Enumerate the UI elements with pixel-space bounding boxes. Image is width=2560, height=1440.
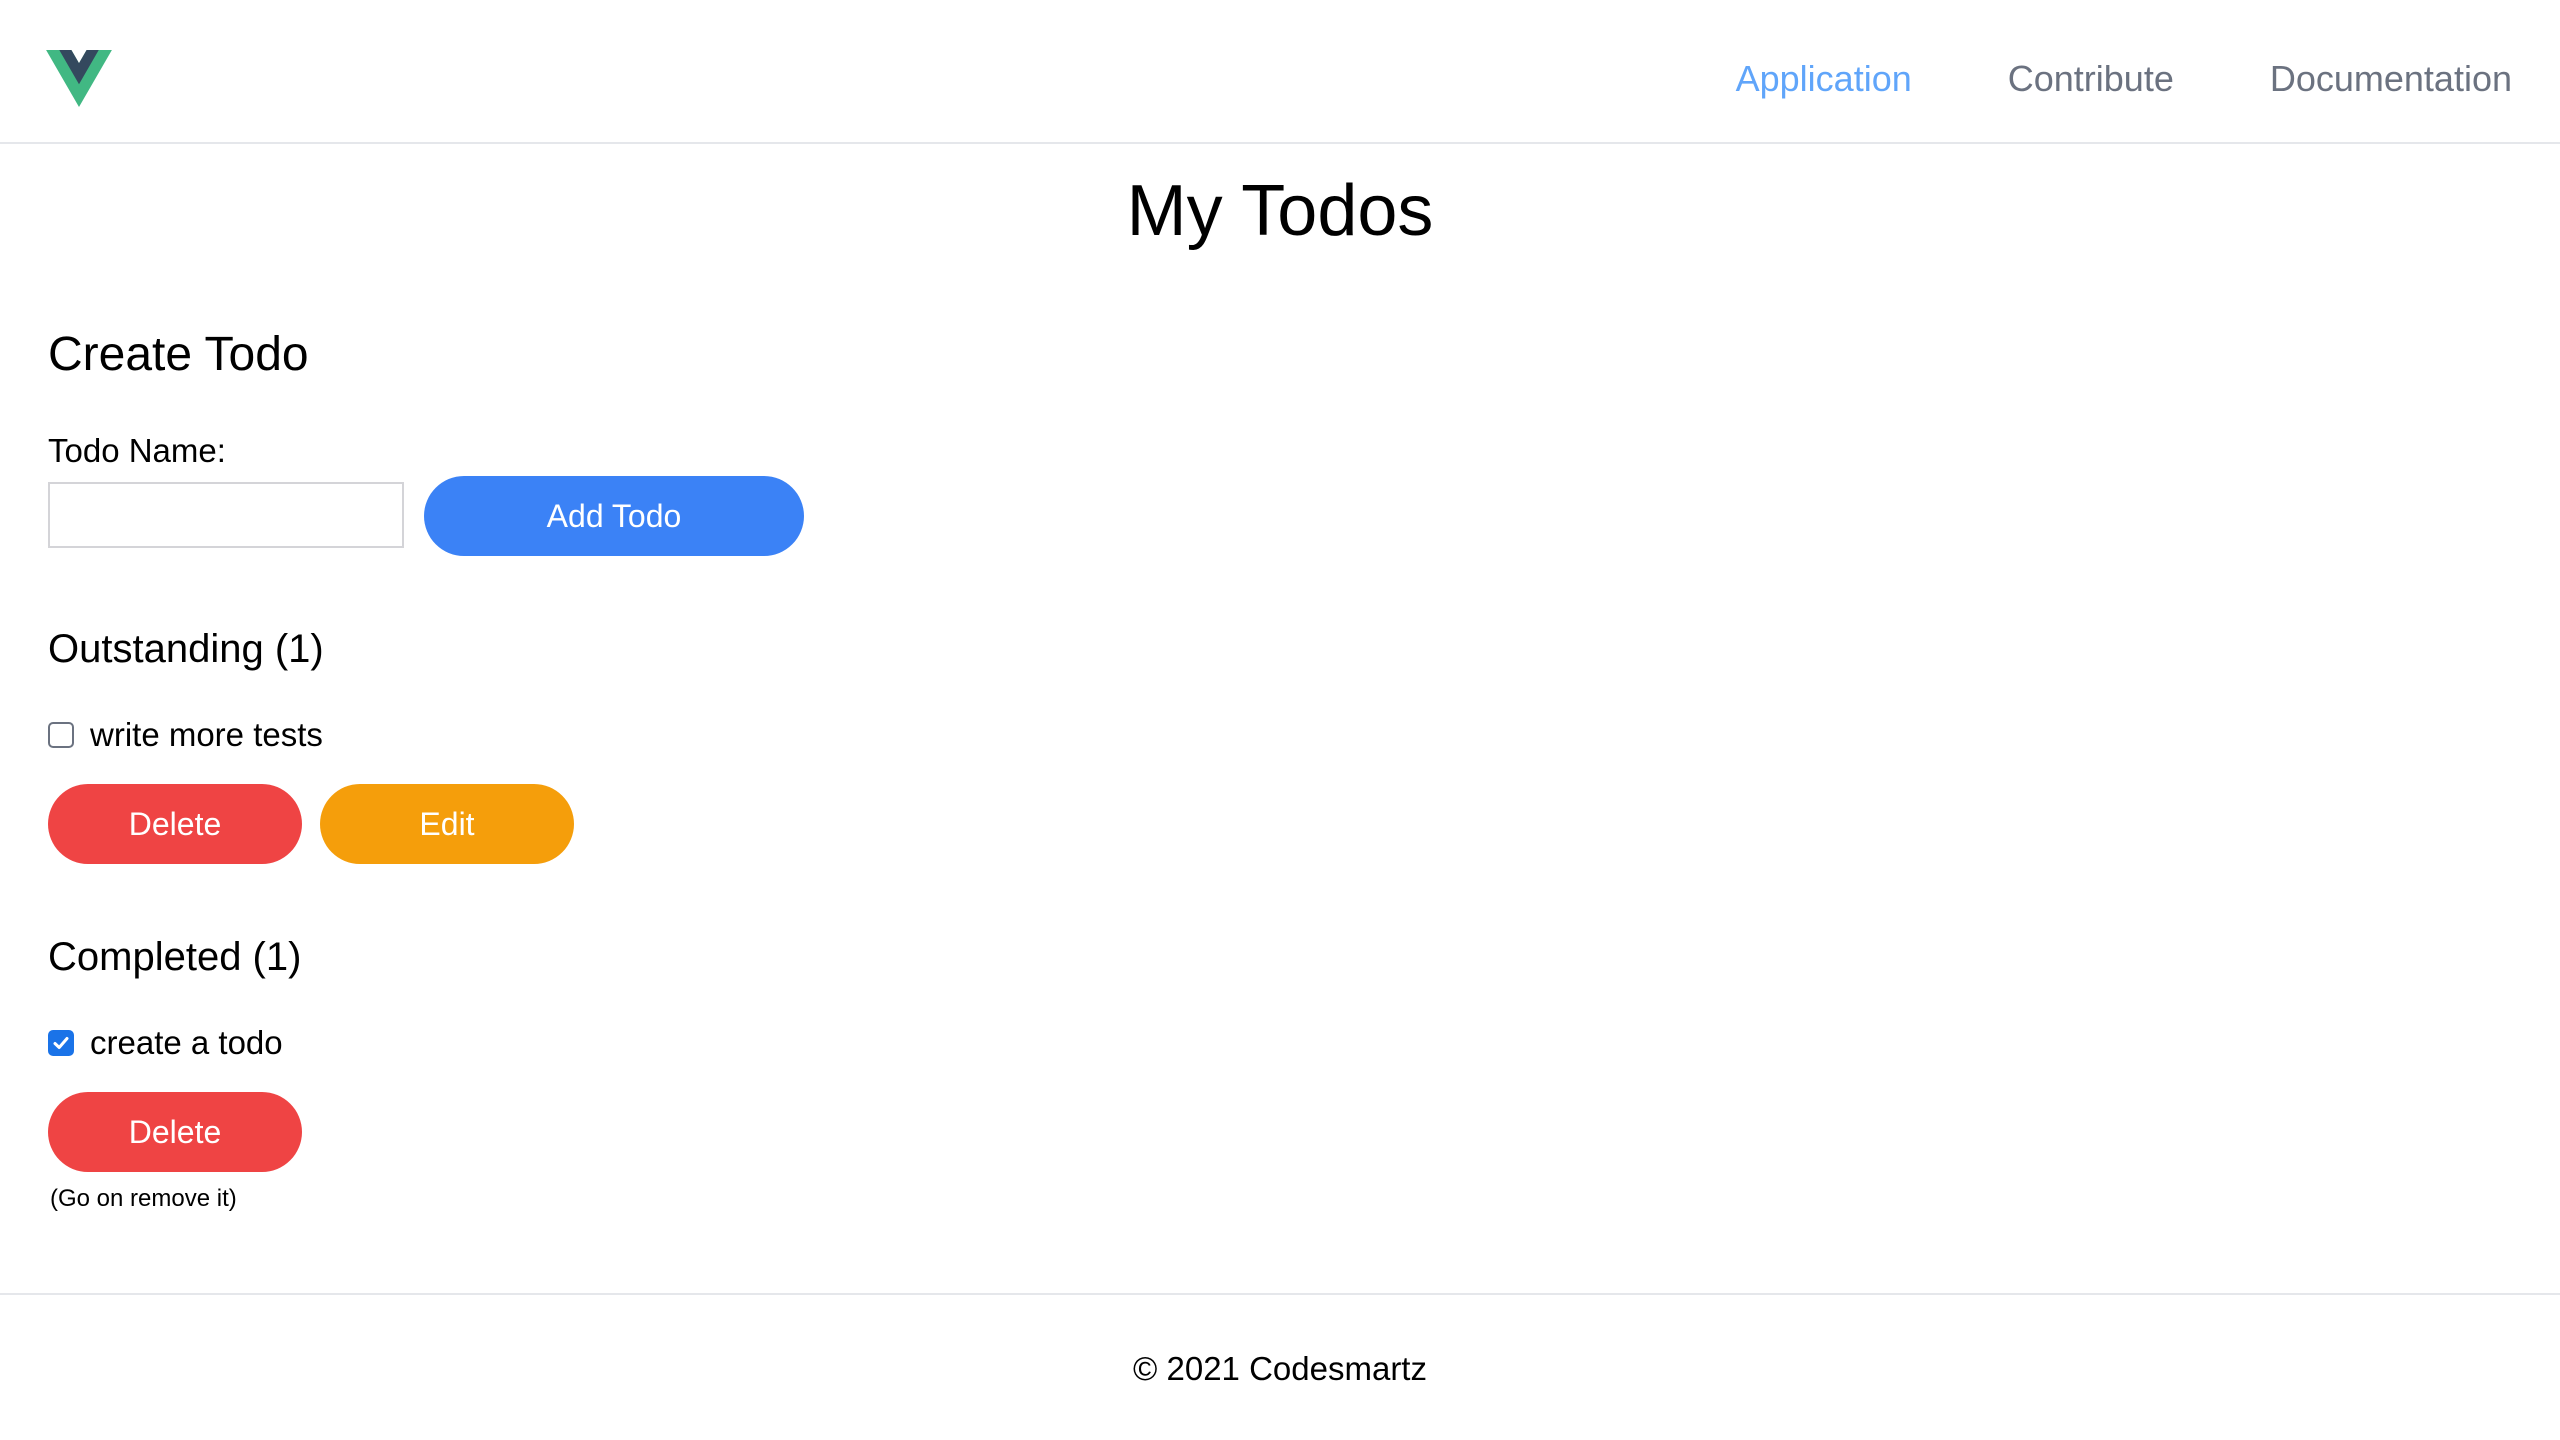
top-nav: Application Contribute Documentation [1736, 58, 2512, 100]
completed-heading: Completed (1) [48, 935, 302, 979]
copyright-text: © 2021 Codesmartz [1133, 1350, 1427, 1387]
page: Application Contribute Documentation My … [0, 0, 2560, 1440]
remove-hint: (Go on remove it) [50, 1185, 237, 1212]
todo-name-input[interactable] [48, 482, 404, 548]
delete-completed-button[interactable]: Delete [48, 1092, 302, 1172]
checkmark-icon [53, 1037, 69, 1049]
app-footer: © 2021 Codesmartz [0, 1293, 2560, 1440]
todo-text: write more tests [90, 716, 323, 753]
nav-contribute[interactable]: Contribute [2008, 58, 2174, 100]
todo-checkbox[interactable] [48, 722, 74, 748]
nav-application[interactable]: Application [1736, 58, 1912, 100]
outstanding-heading: Outstanding (1) [48, 627, 324, 671]
todo-name-label: Todo Name: [48, 432, 226, 469]
page-title: My Todos [1126, 171, 1434, 251]
create-todo-heading: Create Todo [48, 328, 309, 381]
edit-button[interactable]: Edit [320, 784, 574, 864]
nav-documentation[interactable]: Documentation [2270, 58, 2512, 100]
add-todo-button[interactable]: Add Todo [424, 476, 804, 556]
outstanding-todo-item: write more tests [48, 716, 323, 754]
vue-logo-icon[interactable] [46, 50, 112, 107]
completed-todo-item: create a todo [48, 1024, 283, 1062]
app-header: Application Contribute Documentation [0, 0, 2560, 144]
todo-text: create a todo [90, 1024, 283, 1061]
todo-checkbox-checked[interactable] [48, 1030, 74, 1056]
delete-button[interactable]: Delete [48, 784, 302, 864]
